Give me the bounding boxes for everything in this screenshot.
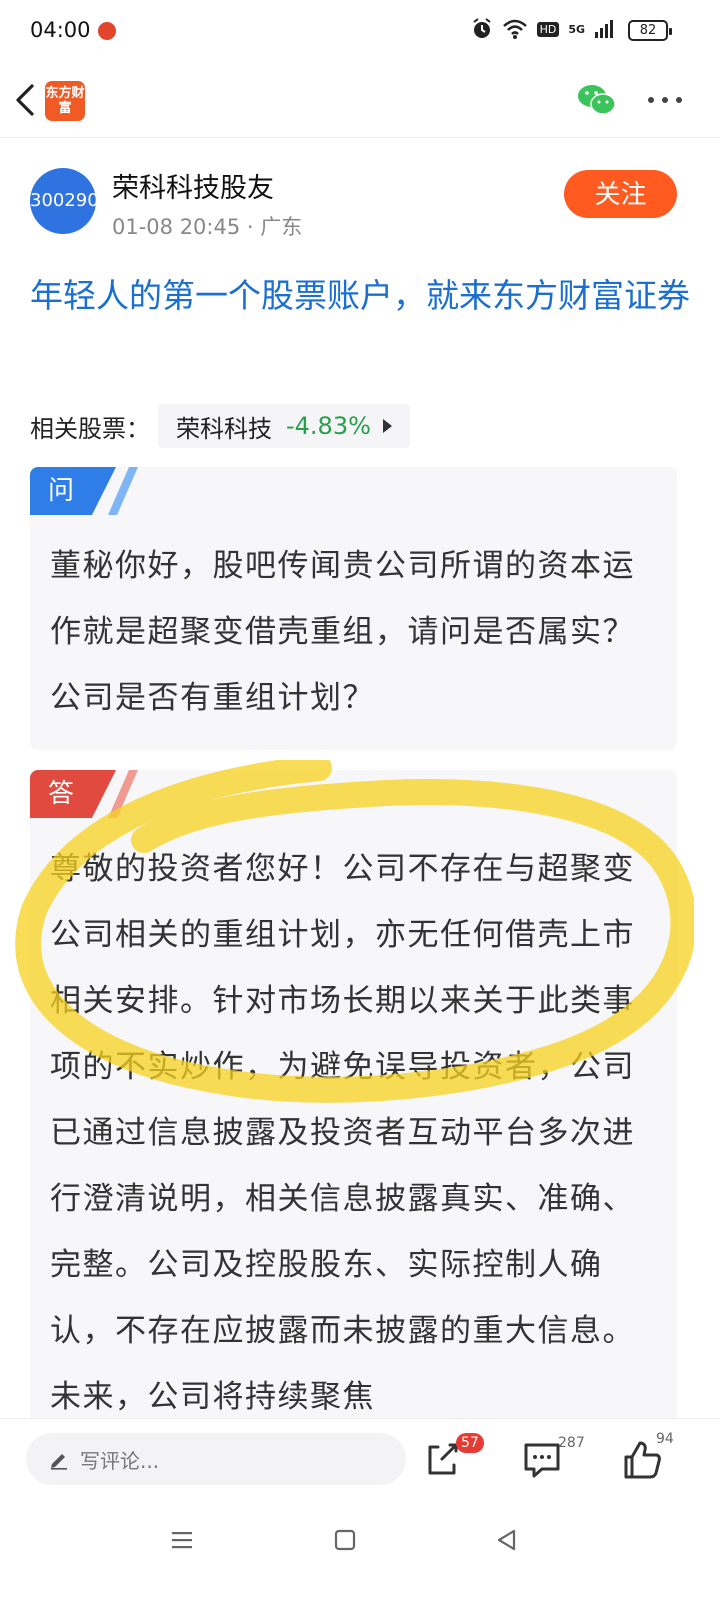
follow-button[interactable]: 关注 (564, 170, 677, 218)
top-nav-bar: 东方财富 (0, 62, 720, 138)
network-label: 5G (568, 22, 585, 36)
answer-text: 尊敬的投资者您好！公司不存在与超聚变公司相关的重组计划，亦无任何借壳上市相关安排… (50, 851, 635, 1415)
question-card: 问 董秘你好，股吧传闻贵公司所谓的资本运作就是超聚变借壳重组，请问是否属实？公司… (30, 467, 677, 750)
bottom-action-bar: 写评论... 57 287 94 (0, 1418, 720, 1498)
wechat-share-icon[interactable] (577, 82, 617, 118)
back-triangle-icon[interactable] (487, 1520, 527, 1560)
tag-stripe (108, 770, 138, 818)
notification-icon (98, 22, 116, 40)
answer-card: 答 尊敬的投资者您好！公司不存在与超聚变公司相关的重组计划，亦无任何借壳上市相关… (30, 770, 677, 1430)
wifi-icon (502, 19, 527, 39)
share-count-badge: 57 (456, 1433, 484, 1453)
signal-icon (595, 20, 613, 38)
question-tag: 问 (30, 467, 116, 515)
question-text: 董秘你好，股吧传闻贵公司所谓的资本运作就是超聚变借壳重组，请问是否属实？公司是否… (50, 548, 635, 716)
tag-stripe (108, 467, 138, 515)
system-nav-bar (0, 1498, 720, 1600)
battery-indicator: 82 (628, 20, 672, 41)
comment-input[interactable]: 写评论... (26, 1433, 406, 1485)
status-time: 04:00 (30, 18, 91, 42)
pen-icon (51, 1454, 67, 1470)
status-bar: 04:00 HD 5G 82 (0, 0, 720, 62)
post-title[interactable]: 年轻人的第一个股票账户，就来东方财富证券 (30, 270, 692, 322)
status-icons: HD 5G (471, 18, 614, 40)
home-icon[interactable] (325, 1520, 365, 1560)
stock-change: -4.83% (286, 412, 371, 440)
menu-icon[interactable] (162, 1520, 202, 1560)
page: 04:00 HD 5G 82 东方财富 300290 荣科科技股友 01-08 … (0, 0, 720, 1600)
related-stocks-label: 相关股票： (30, 414, 150, 443)
related-stocks: 相关股票： 荣科科技 -4.83% (30, 404, 410, 448)
answer-tag: 答 (30, 770, 116, 818)
back-arrow-icon[interactable] (10, 80, 46, 120)
stock-chip[interactable]: 荣科科技 -4.83% (158, 404, 410, 448)
author-name[interactable]: 荣科科技股友 (112, 166, 274, 205)
more-options-icon[interactable] (645, 88, 685, 112)
comment-count: 287 (558, 1435, 585, 1451)
alarm-icon (472, 18, 491, 38)
like-count: 94 (656, 1431, 674, 1447)
post-meta: 01-08 20:45 · 广东 (112, 215, 303, 239)
comment-placeholder: 写评论... (80, 1448, 160, 1473)
author-avatar[interactable]: 300290 (30, 168, 99, 234)
hd-badge: HD (536, 21, 560, 37)
chevron-right-icon (382, 419, 392, 433)
app-logo: 东方财富 (45, 81, 85, 121)
stock-name: 荣科科技 (176, 414, 272, 443)
